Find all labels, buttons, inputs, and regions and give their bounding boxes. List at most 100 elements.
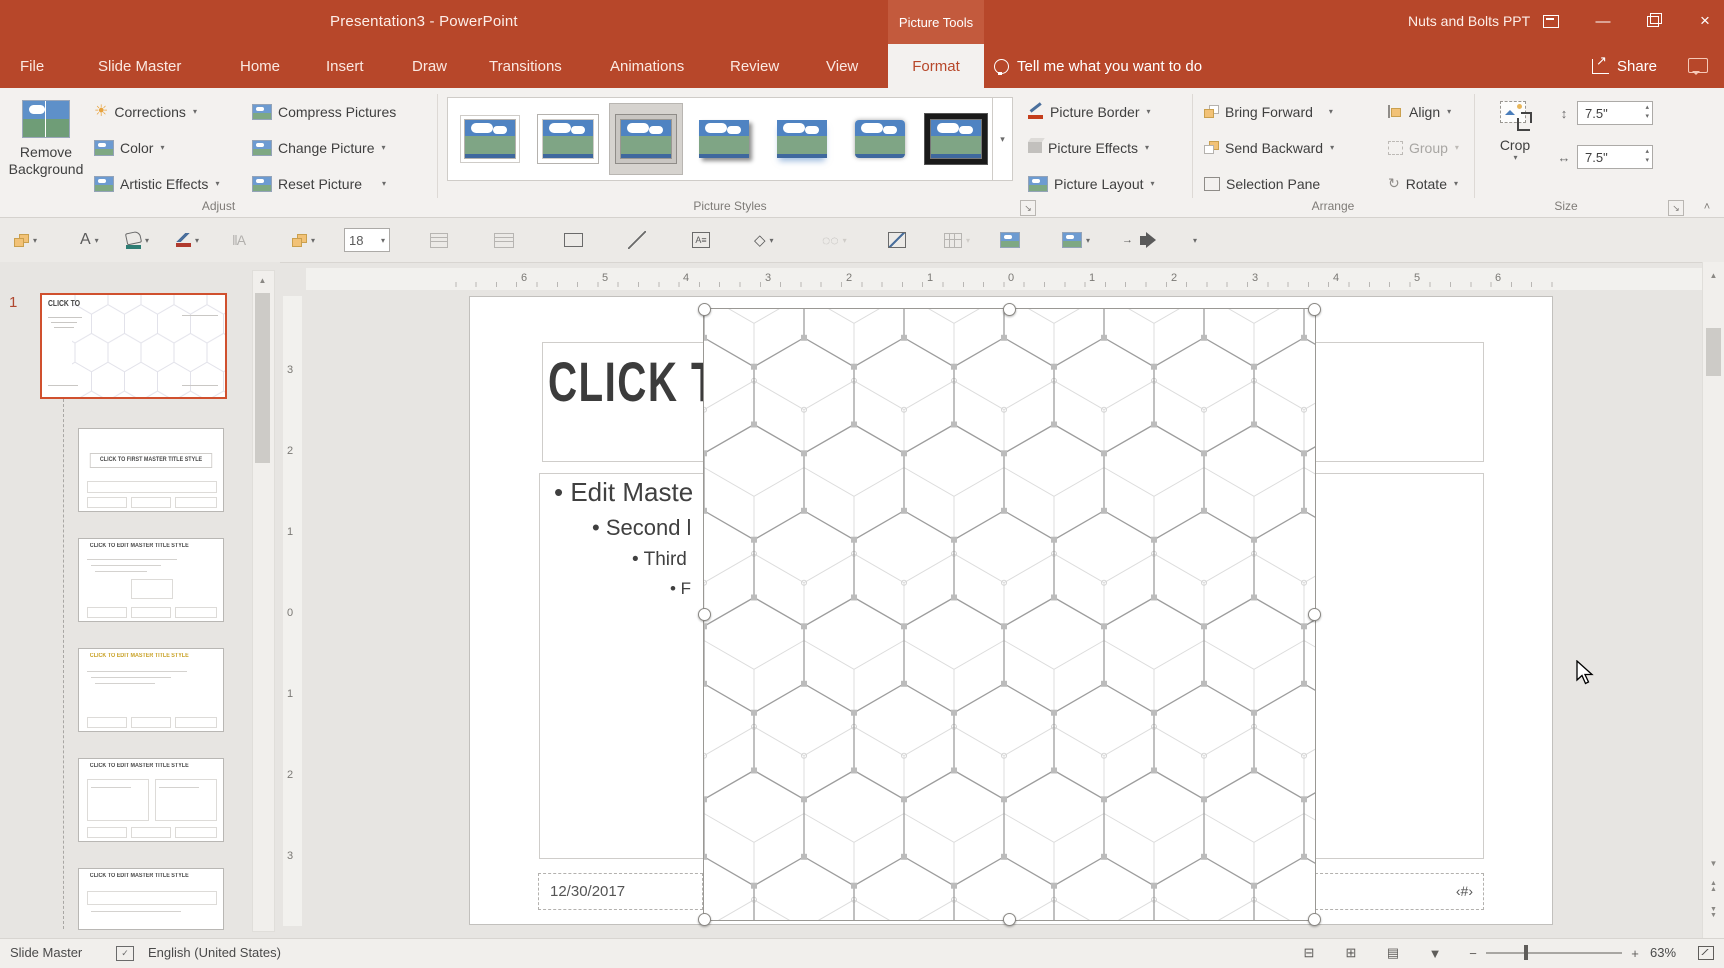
ribbon-display-options-icon[interactable] <box>1536 8 1566 34</box>
restore-button[interactable] <box>1638 8 1668 34</box>
shape-quick-style-button[interactable]: ▾ <box>292 227 315 253</box>
width-spinner-arrows[interactable]: ▴▾ <box>1645 147 1649 165</box>
audio-button[interactable]: → <box>1122 227 1148 253</box>
corrections-button[interactable]: ☀ Corrections▾ <box>94 96 197 127</box>
view-status-label[interactable]: Slide Master <box>10 945 82 960</box>
toolbar-overflow-button[interactable]: ▾ <box>1192 227 1197 253</box>
tab-format-active[interactable]: Format <box>888 44 984 88</box>
thumbnail-two-content-layout[interactable]: CLICK TO EDIT MASTER TITLE STYLE <box>78 758 224 842</box>
tab-transitions[interactable]: Transitions <box>487 44 564 88</box>
layout-picker-button[interactable]: ▾ <box>14 227 37 253</box>
picture-style-metal-frame-selected[interactable] <box>610 104 682 174</box>
picture-style-black-frame[interactable] <box>920 104 992 174</box>
resize-handle-bottom-left[interactable] <box>698 913 711 926</box>
zoom-slider-thumb[interactable] <box>1524 945 1528 960</box>
picture-style-simple-frame[interactable] <box>454 104 526 174</box>
group-button-disabled[interactable]: Group▾ <box>1388 132 1459 163</box>
rectangle-shape-button[interactable] <box>564 227 583 253</box>
shapes-button[interactable]: ◇▾ <box>754 227 774 253</box>
tab-animations[interactable]: Animations <box>608 44 686 88</box>
thumbnail-section-layout[interactable]: CLICK TO EDIT MASTER TITLE STYLE <box>78 648 224 732</box>
resize-handle-top-left[interactable] <box>698 303 711 316</box>
line-shape-button[interactable] <box>628 227 646 253</box>
previous-slide-button[interactable]: ▲▲ <box>1703 876 1724 898</box>
edit-shape-button[interactable] <box>888 227 906 253</box>
fit-slide-to-window-icon[interactable] <box>1698 946 1714 960</box>
screenshot-button[interactable] <box>1000 227 1020 253</box>
shape-height-field[interactable]: 7.5" ▴▾ <box>1577 101 1653 125</box>
tab-review[interactable]: Review <box>728 44 781 88</box>
scroll-up-icon[interactable]: ▲ <box>253 271 272 289</box>
character-spacing-button-disabled[interactable]: ‖A <box>232 227 245 253</box>
change-picture-button[interactable]: Change Picture▾ <box>252 132 386 163</box>
tab-draw[interactable]: Draw <box>410 44 449 88</box>
zoom-slider-track[interactable] <box>1486 952 1622 954</box>
picture-styles-dialog-launcher[interactable]: ↘ <box>1020 200 1036 216</box>
align-text-button-disabled[interactable] <box>430 227 448 253</box>
size-dialog-launcher[interactable]: ↘ <box>1668 200 1684 216</box>
text-box-button[interactable]: A≡ <box>692 227 710 253</box>
reading-view-button[interactable]: ▤ <box>1382 944 1404 962</box>
indent-button-disabled[interactable] <box>494 227 514 253</box>
picture-layout-button[interactable]: Picture Layout▾ <box>1028 168 1155 199</box>
bullet-level-3[interactable]: • Third <box>632 549 687 571</box>
resize-handle-top-right[interactable] <box>1308 303 1321 316</box>
tab-slide-master[interactable]: Slide Master <box>96 44 183 88</box>
compress-pictures-button[interactable]: Compress Pictures <box>252 96 396 127</box>
normal-view-button[interactable]: ⊟ <box>1298 944 1320 962</box>
picture-style-reflection[interactable] <box>766 104 838 174</box>
tab-home[interactable]: Home <box>238 44 282 88</box>
scrollbar-thumb[interactable] <box>1706 328 1721 376</box>
thumbnail-title-content-layout[interactable]: CLICK TO EDIT MASTER TITLE STYLE <box>78 538 224 622</box>
tab-view[interactable]: View <box>824 44 860 88</box>
slideshow-button[interactable]: ▼ <box>1424 944 1446 962</box>
slide-sorter-view-button[interactable]: ⊞ <box>1340 944 1362 962</box>
next-slide-button[interactable]: ▼▼ <box>1703 902 1724 924</box>
scrollbar-thumb[interactable] <box>255 293 270 463</box>
resize-handle-middle-left[interactable] <box>698 608 711 621</box>
hexagon-pattern-picture[interactable] <box>704 309 1315 920</box>
picture-effects-button[interactable]: Picture Effects▾ <box>1028 132 1149 163</box>
thumbnail-slide-master-selected[interactable]: CLICK TO <box>40 293 227 399</box>
fill-color-button[interactable]: ▾ <box>126 227 149 253</box>
close-button[interactable]: × <box>1690 8 1720 34</box>
bullet-level-2[interactable]: • Second l <box>592 515 691 541</box>
gallery-more-button[interactable]: ▾ <box>992 98 1012 180</box>
comments-icon[interactable] <box>1688 58 1708 73</box>
rotate-button[interactable]: ↻ Rotate▾ <box>1388 168 1458 199</box>
bring-forward-button[interactable]: Bring Forward▾ <box>1204 96 1333 127</box>
height-spinner-arrows[interactable]: ▴▾ <box>1645 103 1649 121</box>
zoom-percentage[interactable]: 63% <box>1650 945 1676 960</box>
resize-handle-top-middle[interactable] <box>1003 303 1016 316</box>
artistic-effects-button[interactable]: Artistic Effects▾ <box>94 168 219 199</box>
shape-width-field[interactable]: 7.5" ▴▾ <box>1577 145 1653 169</box>
bullet-level-4[interactable]: • F <box>670 579 691 599</box>
resize-handle-middle-right[interactable] <box>1308 608 1321 621</box>
resize-handle-bottom-right[interactable] <box>1308 913 1321 926</box>
selection-pane-button[interactable]: Selection Pane <box>1204 168 1320 199</box>
picture-style-soft-edge[interactable] <box>844 104 916 174</box>
pictures-button[interactable]: ▾ <box>1062 227 1090 253</box>
minimize-button[interactable]: — <box>1588 8 1618 34</box>
bullet-level-1[interactable]: • Edit Maste <box>554 477 693 508</box>
zoom-in-button[interactable]: + <box>1624 944 1646 962</box>
color-button[interactable]: Color▾ <box>94 132 164 163</box>
merge-shapes-button-disabled[interactable]: ◌◌▾ <box>822 227 847 253</box>
scroll-down-icon[interactable]: ▼ <box>1703 854 1724 872</box>
font-color-button[interactable]: A▾ <box>80 227 99 253</box>
font-size-combobox[interactable]: 18▾ <box>344 227 390 253</box>
table-button-disabled[interactable]: ▾ <box>944 227 970 253</box>
thumbnails-scrollbar[interactable]: ▲ <box>252 270 275 932</box>
align-button[interactable]: Align▾ <box>1388 96 1451 127</box>
picture-style-white-frame[interactable] <box>532 104 604 174</box>
share-button[interactable]: Share <box>1592 44 1657 88</box>
vertical-scrollbar[interactable]: ▲ ▼ ▲▲ ▼▼ <box>1702 262 1724 967</box>
tab-file[interactable]: File <box>18 44 46 88</box>
tab-insert[interactable]: Insert <box>324 44 366 88</box>
crop-button[interactable]: Crop ▾ <box>1486 94 1544 196</box>
thumbnail-comparison-layout[interactable]: CLICK TO EDIT MASTER TITLE STYLE <box>78 868 224 930</box>
slide-number-placeholder[interactable]: ‹#› <box>1315 873 1484 910</box>
resize-handle-bottom-middle[interactable] <box>1003 913 1016 926</box>
outline-color-button[interactable]: ▾ <box>176 227 199 253</box>
spell-check-icon[interactable]: ✓ <box>116 946 134 961</box>
